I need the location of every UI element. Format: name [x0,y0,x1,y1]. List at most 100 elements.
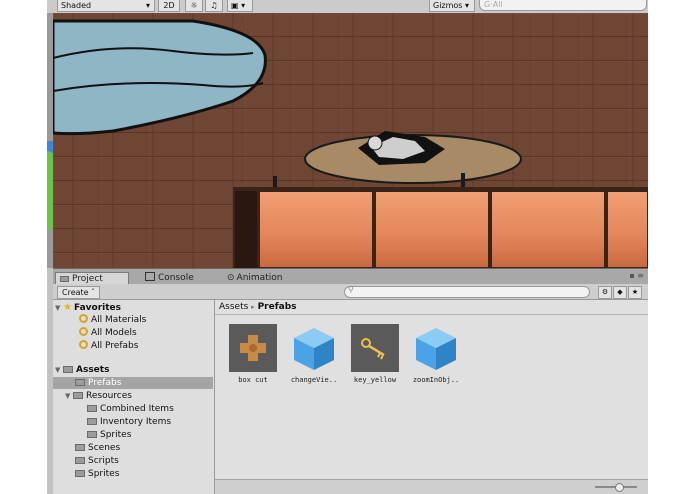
tree-item-scenes[interactable]: Scenes [75,442,120,454]
sun-icon: ☼ [190,1,198,10]
cabinet-door [258,190,374,268]
save-search-button[interactable]: ★ [628,286,642,299]
tree-item-prefabs[interactable]: Prefabs [75,377,121,389]
filter-by-type-button[interactable]: ⚙ [598,286,612,299]
2d-toggle-button[interactable]: 2D [158,0,180,12]
folder-icon [73,392,83,399]
asset-label: zoomInObj.. [412,376,460,384]
folder-icon [87,418,97,425]
folder-icon [75,444,85,451]
audio-toggle-button[interactable]: ♫ [205,0,223,12]
asset-item[interactable] [290,324,338,372]
tree-item-label: Sprites [88,469,120,479]
tab-project-label: Project [72,274,103,284]
search-icon [79,327,88,336]
breadcrumb-divider [215,314,648,315]
unity-editor-window: Shaded ▾ 2D ☼ ♫ ▣ ▾ Gizmos ▾ G·All Proje… [47,0,648,494]
sprite-puzzle-icon [229,324,277,372]
cabinet-door [606,190,648,268]
tree-item-resources[interactable]: ▼ Resources [65,390,132,402]
tree-item-label: Resources [86,391,132,401]
folder-icon [60,276,69,282]
project-search-input[interactable]: ⚲ [344,285,590,298]
shading-mode-label: Shaded [61,1,92,10]
folder-icon [87,405,97,412]
expand-arrow-icon[interactable]: ▼ [55,302,63,314]
favorite-item-label: All Models [91,328,137,338]
create-dropdown[interactable]: Create ˇ [57,286,101,299]
scene-search-placeholder: G·All [484,0,503,9]
asset-item[interactable] [351,324,399,372]
asset-label: box cut [238,376,268,384]
tree-item-label: Scripts [88,456,119,466]
folder-icon [75,379,85,386]
tag-icon: ◆ [617,288,623,296]
scene-search-input[interactable]: G·All [479,0,647,11]
lighting-toggle-button[interactable]: ☼ [185,0,203,12]
asset-label: changeVie.. [290,376,338,384]
folder-icon [75,457,85,464]
cabinet-side [235,191,257,268]
favorites-label: Favorites [73,303,121,313]
tree-item-scripts[interactable]: Scripts [75,455,119,467]
asset-item[interactable] [412,324,460,372]
effects-dropdown[interactable]: ▣ ▾ [227,0,253,12]
tree-item-sprites[interactable]: Sprites [87,429,131,441]
gizmos-label: Gizmos [433,1,463,10]
favorite-item-label: All Prefabs [91,341,139,351]
search-icon [79,340,88,349]
project-tree: ▼ ★ Favorites All Materials All Models All… [53,300,215,494]
favorite-item[interactable]: All Prefabs [79,340,138,352]
favorite-item[interactable]: All Models [79,327,137,339]
tree-item-label: Combined Items [100,404,174,414]
breadcrumb: Assets ▸ Prefabs [219,302,297,312]
asset-browser-footer [215,479,648,494]
tree-item-label: Scenes [88,443,121,453]
chevron-down-icon: ▾ [145,1,150,10]
asset-browser: Assets ▸ Prefabs box cut changeVie.. key… [215,300,648,494]
scene-viewport[interactable] [53,13,648,268]
expand-arrow-icon[interactable]: ▼ [65,390,73,402]
filter-by-label-button[interactable]: ◆ [613,286,627,299]
star-icon: ★ [63,302,72,313]
breadcrumb-current[interactable]: Prefabs [258,302,297,312]
shading-mode-dropdown[interactable]: Shaded ▾ [57,0,155,12]
folder-icon [63,366,73,373]
chevron-down-icon: ▾ [238,1,246,10]
search-icon: ⚲ [348,285,354,294]
tab-animation-label: Animation [236,273,283,283]
expand-arrow-icon[interactable]: ▼ [55,364,63,376]
chevron-down-icon: ▾ [462,1,470,10]
cabinet-door [374,190,490,268]
breadcrumb-root[interactable]: Assets [219,302,248,312]
tree-item-sprites-root[interactable]: Sprites [75,468,119,480]
tree-item-label: Inventory Items [100,417,172,427]
lock-icon[interactable]: ▪ ≡ [629,271,644,280]
prefab-cube-icon [294,328,334,370]
assets-label: Assets [76,365,110,375]
search-icon [79,314,88,323]
tab-console-label: Console [158,273,194,283]
asset-item[interactable] [229,324,277,372]
asset-label: key_yellow [353,376,397,384]
gizmos-dropdown[interactable]: Gizmos ▾ [429,0,475,12]
breadcrumb-separator: ▸ [251,303,255,311]
slider-handle[interactable] [615,483,624,492]
speaker-icon: ♫ [210,1,218,10]
cabinet-door [490,190,606,268]
prefab-cube-icon [416,328,456,370]
animation-icon: ⊙ [227,273,235,283]
image-icon: ▣ [231,1,239,10]
favorite-item[interactable]: All Materials [79,314,146,326]
key-sprite-icon [351,324,399,372]
favorites-header[interactable]: ▼ ★ Favorites [55,302,121,314]
scene-canvas [53,13,648,268]
project-toolbar: Create ˇ ⚲ ⚙ ◆ ★ [53,284,648,300]
tree-item-inventory-items[interactable]: Inventory Items [87,416,171,428]
item-head [367,135,383,151]
tree-item-combined-items[interactable]: Combined Items [87,403,174,415]
assets-header[interactable]: ▼ Assets [55,364,109,376]
favorite-item-label: All Materials [91,315,147,325]
tree-item-label: Sprites [100,430,132,440]
filter-icon: ⚙ [601,288,609,296]
